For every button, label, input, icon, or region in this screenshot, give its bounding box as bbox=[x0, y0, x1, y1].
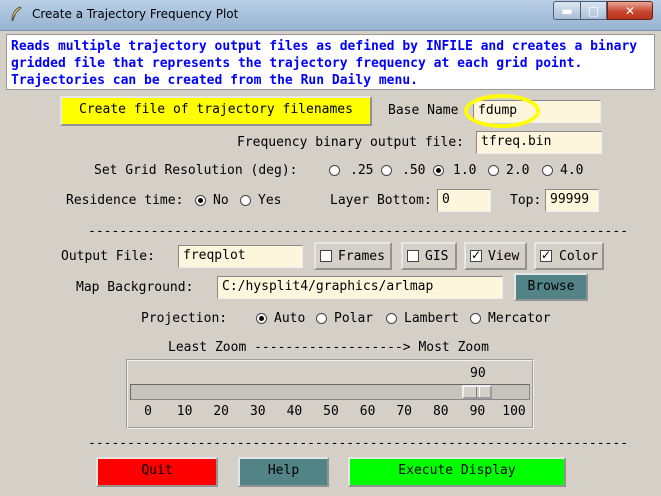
main-window: Create a Trajectory Frequency Plot ▬ □ ✕… bbox=[0, 0, 661, 496]
view-label: View bbox=[488, 249, 520, 264]
separator-line-bottom: ----------------------------------------… bbox=[88, 436, 628, 451]
zoom-tick-label: 30 bbox=[249, 404, 266, 419]
gis-label: GIS bbox=[425, 249, 449, 264]
output-file-input[interactable]: freqplot bbox=[178, 245, 303, 268]
map-background-label: Map Background: bbox=[76, 280, 194, 295]
color-label: Color bbox=[559, 249, 599, 264]
create-file-button[interactable]: Create file of trajectory filenames bbox=[60, 96, 372, 126]
execute-display-button[interactable]: Execute Display bbox=[348, 457, 566, 487]
residence-option-label: No bbox=[213, 193, 229, 208]
layer-bottom-input[interactable]: 0 bbox=[437, 189, 491, 212]
residence-option-label: Yes bbox=[258, 193, 282, 208]
zoom-tick-label: 90 bbox=[469, 404, 486, 419]
layer-bottom-label: Layer Bottom: bbox=[330, 193, 432, 208]
quit-button[interactable]: Quit bbox=[96, 457, 218, 487]
residence-radio-no[interactable] bbox=[195, 195, 206, 206]
zoom-value-label: 90 bbox=[470, 366, 486, 381]
freq-output-input[interactable]: tfreq.bin bbox=[476, 131, 602, 154]
zoom-tick-label: 40 bbox=[286, 404, 303, 419]
projection-radio-mercator[interactable] bbox=[470, 313, 481, 324]
top-label: Top: bbox=[510, 193, 542, 208]
residence-time-label: Residence time: bbox=[66, 193, 184, 208]
grid-radio-20[interactable] bbox=[488, 165, 499, 176]
gis-check-mark[interactable] bbox=[407, 250, 419, 262]
frames-check-mark[interactable] bbox=[320, 250, 332, 262]
grid-radio-40[interactable] bbox=[542, 165, 553, 176]
highlight-circle bbox=[464, 94, 540, 128]
title-bar[interactable]: Create a Trajectory Frequency Plot ▬ □ ✕ bbox=[0, 0, 661, 31]
feather-icon bbox=[11, 6, 22, 22]
close-button[interactable]: ✕ bbox=[607, 1, 653, 20]
residence-radio-yes[interactable] bbox=[240, 195, 251, 206]
grid-resolution-label: Set Grid Resolution (deg): bbox=[94, 163, 298, 178]
minimize-icon: ▬ bbox=[561, 3, 573, 18]
zoom-tick-label: 0 bbox=[144, 404, 152, 419]
window-title: Create a Trajectory Frequency Plot bbox=[32, 7, 239, 21]
grid-option-label: .50 bbox=[402, 163, 426, 178]
projection-radio-lambert[interactable] bbox=[386, 313, 397, 324]
output-file-label: Output File: bbox=[61, 249, 155, 264]
projection-label: Projection: bbox=[141, 311, 228, 326]
grid-option-label: .25 bbox=[350, 163, 374, 178]
projection-radio-polar[interactable] bbox=[316, 313, 327, 324]
separator-line: ----------------------------------------… bbox=[88, 224, 628, 239]
zoom-tick-label: 100 bbox=[502, 404, 526, 419]
grid-option-label: 1.0 bbox=[453, 163, 477, 178]
projection-option-label: Auto bbox=[274, 311, 306, 326]
grid-option-label: 2.0 bbox=[506, 163, 530, 178]
help-button[interactable]: Help bbox=[238, 457, 329, 487]
maximize-button[interactable]: □ bbox=[580, 1, 607, 20]
grid-radio-10[interactable] bbox=[433, 165, 444, 176]
view-check-mark[interactable] bbox=[470, 248, 482, 262]
map-background-input[interactable]: C:/hysplit4/graphics/arlmap bbox=[217, 276, 503, 299]
color-check-mark[interactable] bbox=[540, 248, 552, 262]
zoom-tick-label: 20 bbox=[213, 404, 230, 419]
close-icon: ✕ bbox=[624, 3, 636, 18]
grid-option-label: 4.0 bbox=[560, 163, 584, 178]
zoom-tick-label: 10 bbox=[176, 404, 193, 419]
projection-radio-auto[interactable] bbox=[256, 313, 267, 324]
description-text: Reads multiple trajectory output files a… bbox=[6, 34, 655, 90]
projection-option-label: Polar bbox=[334, 311, 374, 326]
grid-radio-050[interactable] bbox=[381, 165, 392, 176]
zoom-slider-thumb[interactable] bbox=[462, 385, 493, 399]
projection-option-label: Mercator bbox=[488, 311, 551, 326]
projection-option-label: Lambert bbox=[404, 311, 459, 326]
browse-button[interactable]: Browse bbox=[514, 273, 588, 301]
maximize-icon: □ bbox=[587, 3, 600, 18]
zoom-tick-label: 80 bbox=[432, 404, 449, 419]
grid-radio-025[interactable] bbox=[329, 165, 340, 176]
zoom-tick-label: 60 bbox=[359, 404, 376, 419]
frames-label: Frames bbox=[338, 249, 385, 264]
top-input[interactable]: 99999 bbox=[545, 189, 599, 212]
zoom-tick-label: 50 bbox=[323, 404, 339, 419]
base-name-label: Base Name bbox=[388, 103, 459, 118]
freq-output-label: Frequency binary output file: bbox=[237, 135, 464, 150]
zoom-caption: Least Zoom -------------------> Most Zoo… bbox=[168, 340, 489, 355]
zoom-tick-label: 70 bbox=[396, 404, 413, 419]
minimize-button[interactable]: ▬ bbox=[553, 1, 581, 20]
